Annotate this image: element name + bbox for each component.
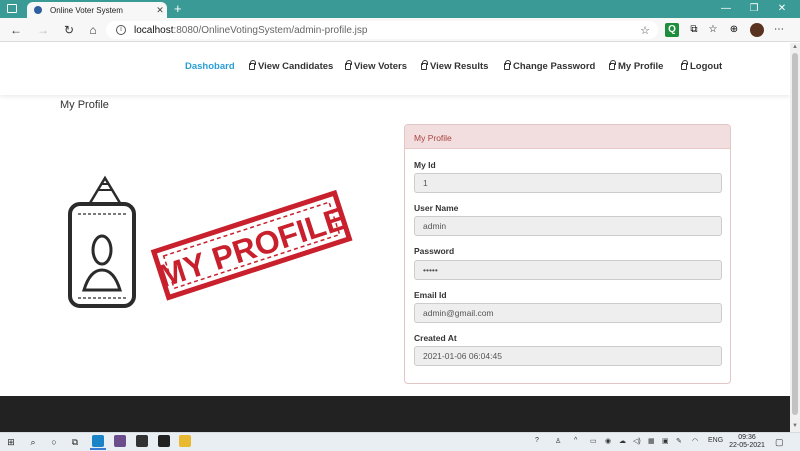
minimize-button[interactable]: —: [712, 0, 740, 18]
site-favicon-icon: [34, 6, 42, 14]
password-label: Password: [414, 246, 455, 256]
cloud-icon[interactable]: ☁: [619, 437, 626, 445]
username-field[interactable]: [414, 216, 722, 236]
panel-heading: My Profile: [405, 125, 730, 149]
back-arrow-icon[interactable]: ←: [7, 21, 25, 39]
scroll-down-icon[interactable]: ▼: [790, 423, 800, 431]
browser-tabstrip: Online Voter System ✕ + — ❐ ✕: [0, 0, 800, 18]
nav-view-candidates[interactable]: View Candidates: [249, 60, 333, 72]
security-icon[interactable]: ▣: [662, 437, 669, 445]
file-explorer-icon[interactable]: [179, 435, 191, 447]
lock-icon: [345, 60, 352, 70]
nav-my-profile[interactable]: My Profile: [609, 60, 663, 72]
browser-toolbar: ← → ↻ ⌂ i localhost:8080/OnlineVotingSys…: [0, 18, 800, 42]
username-label: User Name: [414, 203, 459, 213]
home-icon[interactable]: ⌂: [84, 21, 102, 39]
search-icon[interactable]: ⌕: [27, 436, 39, 448]
email-field[interactable]: [414, 303, 722, 323]
browser-tab[interactable]: Online Voter System ✕: [27, 2, 167, 18]
close-window-button[interactable]: ✕: [768, 0, 796, 18]
lock-icon: [681, 60, 688, 70]
site-info-icon[interactable]: i: [116, 25, 126, 35]
extension-q-icon[interactable]: Q: [665, 23, 679, 37]
lock-icon: [504, 60, 511, 70]
extension-puzzle-icon[interactable]: ⧉: [687, 23, 701, 37]
scroll-up-icon[interactable]: ▲: [790, 44, 800, 52]
nav-logout[interactable]: Logout: [681, 60, 722, 72]
email-label: Email Id: [414, 290, 447, 300]
address-bar[interactable]: i localhost:8080/OnlineVotingSystem/admi…: [106, 21, 658, 39]
tab-close-icon[interactable]: ✕: [153, 5, 167, 16]
created-at-label: Created At: [414, 333, 457, 343]
refresh-icon[interactable]: ↻: [60, 21, 78, 39]
collections-icon[interactable]: ⊕: [727, 23, 741, 37]
favorite-star-icon[interactable]: ☆: [640, 24, 650, 37]
scrollbar-thumb[interactable]: [792, 53, 798, 415]
nav-change-password[interactable]: Change Password: [504, 60, 595, 72]
my-id-label: My Id: [414, 160, 436, 170]
notifications-icon[interactable]: ▢: [775, 437, 784, 448]
profile-panel: My Profile My Id User Name Password Emai…: [404, 124, 731, 384]
task-view-icon[interactable]: ⧉: [69, 436, 81, 448]
new-tab-button[interactable]: +: [174, 1, 182, 17]
terminal-icon[interactable]: [136, 435, 148, 447]
page-scrollbar[interactable]: ▲ ▼: [790, 43, 800, 432]
my-profile-illustration: MY PROFILE: [68, 175, 353, 308]
eclipse-icon[interactable]: [114, 435, 126, 447]
help-icon[interactable]: ?: [535, 437, 539, 444]
wifi-icon[interactable]: ◠: [692, 437, 698, 445]
page-footer: [0, 396, 790, 432]
page-title: My Profile: [60, 99, 109, 111]
nav-view-results[interactable]: View Results: [421, 60, 488, 72]
windows-start-icon[interactable]: ⊞: [5, 436, 17, 448]
forward-arrow-icon[interactable]: →: [34, 21, 52, 39]
app-tray-icon[interactable]: ▦: [648, 437, 655, 445]
restore-button[interactable]: ❐: [740, 0, 768, 18]
main-navbar: Dashobard View Candidates View Voters Vi…: [0, 43, 790, 95]
my-profile-stamp: MY PROFILE: [150, 189, 353, 301]
lock-icon: [609, 60, 616, 70]
created-at-field[interactable]: [414, 346, 722, 366]
battery-icon[interactable]: ▭: [590, 437, 597, 445]
cortana-icon[interactable]: ○: [48, 436, 60, 448]
profile-avatar[interactable]: [750, 23, 764, 37]
volume-icon[interactable]: ◁): [633, 437, 641, 445]
language-indicator[interactable]: ENG: [708, 437, 723, 444]
url-text: localhost:8080/OnlineVotingSystem/admin-…: [134, 24, 368, 36]
password-field[interactable]: [414, 260, 722, 280]
people-icon[interactable]: ♙: [555, 437, 561, 445]
lock-icon: [249, 60, 256, 70]
nav-view-voters[interactable]: View Voters: [345, 60, 407, 72]
clock-time: 09:36: [738, 434, 756, 441]
network-icon[interactable]: ◉: [605, 437, 611, 445]
show-hidden-icons-icon[interactable]: ^: [574, 437, 577, 444]
system-clock[interactable]: 09:36 22-05-2021: [727, 434, 767, 450]
favorites-icon[interactable]: ☆: [706, 23, 720, 37]
edge-browser-icon[interactable]: [90, 435, 106, 450]
command-prompt-icon[interactable]: [158, 435, 170, 447]
more-menu-icon[interactable]: ⋯: [772, 23, 786, 37]
tab-title: Online Voter System: [50, 5, 123, 15]
nav-dashboard[interactable]: Dashobard: [185, 61, 235, 72]
window-menu-icon[interactable]: [7, 4, 17, 13]
clock-date: 22-05-2021: [729, 442, 765, 449]
pen-icon[interactable]: ✎: [676, 437, 682, 445]
windows-taskbar: ⊞ ⌕ ○ ⧉ ? ♙ ^ ▭ ◉ ☁ ◁) ▦ ▣ ✎ ◠ ENG 09:36…: [0, 432, 800, 451]
profile-badge-icon: [68, 175, 136, 308]
my-id-field[interactable]: [414, 173, 722, 193]
lock-icon: [421, 60, 428, 70]
